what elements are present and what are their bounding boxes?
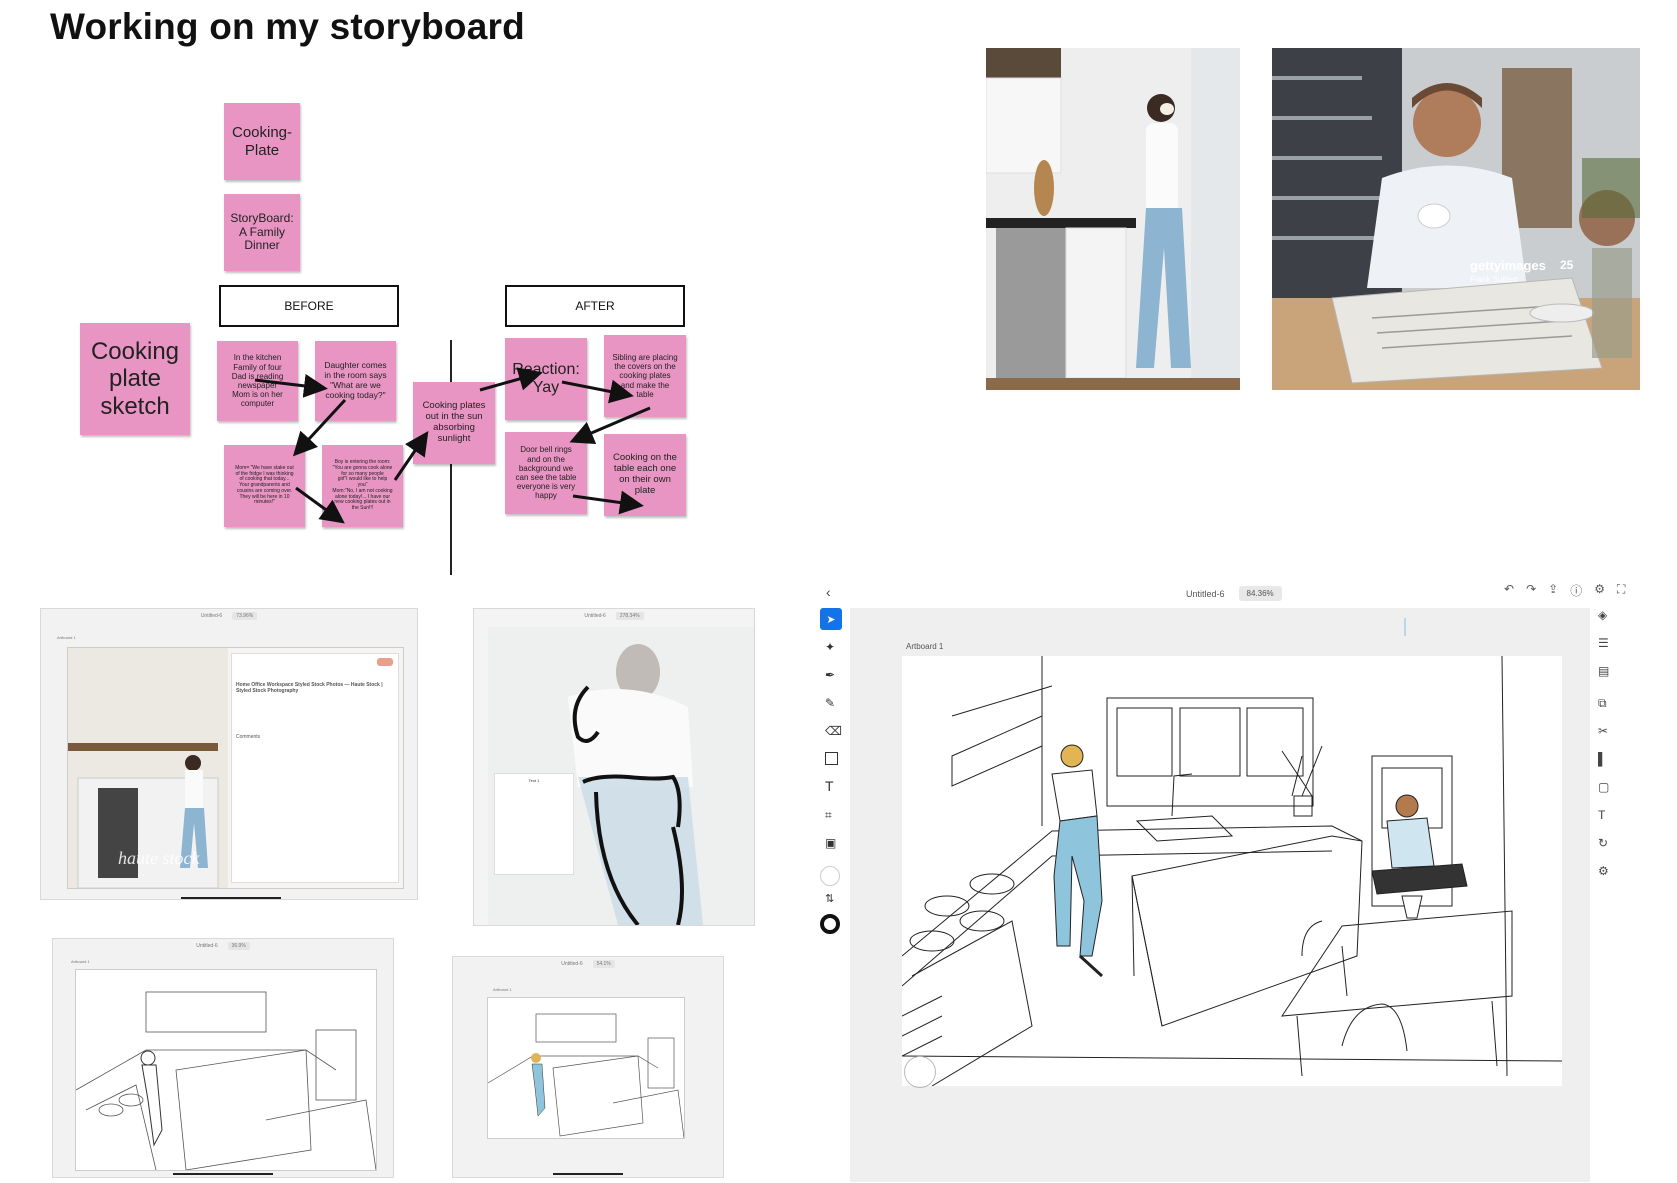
swap-colors-icon[interactable]: ⇅	[825, 892, 834, 905]
fit-screen-icon[interactable]: ⛶	[1617, 582, 1625, 599]
align-icon[interactable]: ▌	[1598, 752, 1607, 766]
mini-save-button[interactable]	[377, 658, 393, 666]
getty-watermark-years: 25	[1560, 258, 1574, 272]
rotate-icon[interactable]: ↻	[1598, 836, 1608, 850]
back-chevron-icon[interactable]: ‹	[826, 584, 831, 600]
crop-tool-icon[interactable]: ⌗	[825, 808, 832, 823]
home-indicator	[173, 1173, 273, 1175]
redo-icon[interactable]: ↷	[1526, 582, 1536, 599]
pen-tool-icon[interactable]: ✒	[825, 668, 835, 682]
mini-panel-comments: Comments	[236, 734, 261, 740]
direct-select-icon[interactable]: ✦	[825, 640, 835, 654]
getty-watermark-brand: gettyimages	[1470, 258, 1546, 273]
mini-zoom: 36.9%	[227, 942, 250, 950]
mini-zoom: 54.1%	[592, 960, 615, 968]
scissors-icon[interactable]: ✂	[1598, 724, 1608, 738]
storyboard-arrows	[254, 367, 651, 524]
arrow	[561, 379, 634, 404]
main-app-window: ‹ Untitled-6 84.36% ↶ ↷ ⇪ ⓘ ⚙ ⛶ ➤ ✦ ✒ ✎ …	[816, 578, 1625, 1182]
main-doc-title[interactable]: Untitled-6	[1186, 589, 1225, 599]
help-icon[interactable]: ⓘ	[1570, 582, 1582, 599]
settings-icon[interactable]: ⚙	[1598, 864, 1609, 878]
mini-canvas	[487, 997, 685, 1139]
eraser-tool-icon[interactable]: ⌫	[825, 724, 842, 738]
kitchen-sketch	[901, 655, 1563, 1087]
arrow	[569, 406, 651, 444]
home-indicator	[181, 897, 281, 899]
mini-screenshot-1: Untitled-6 73.96% Artboard 1 haute stock…	[40, 608, 418, 900]
share-icon[interactable]: ⇪	[1548, 582, 1558, 599]
type-icon[interactable]: T	[1598, 808, 1605, 822]
mini-popup-label: Text 1	[528, 778, 540, 783]
mini-topbar: Untitled-6 36.9%	[53, 939, 393, 953]
arrow	[479, 367, 543, 392]
mini-screenshot-3: Untitled-6 36.9% Artboard 1	[52, 938, 394, 1178]
mini-doc-title: Untitled-6	[561, 961, 583, 967]
undo-icon[interactable]: ↶	[1504, 582, 1514, 599]
shape-tool-icon[interactable]	[825, 752, 838, 765]
mini-screenshot-4: Untitled-6 54.1% Artboard 1	[452, 956, 724, 1178]
main-artboard-label: Artboard 1	[906, 642, 944, 651]
mini-doc-title: Untitled-6	[200, 613, 223, 619]
main-canvas-area: Artboard 1	[850, 608, 1590, 1182]
mini-canvas	[75, 969, 377, 1171]
select-tool-icon[interactable]: ➤	[820, 608, 842, 630]
mini-zoom: 278.34%	[615, 612, 644, 620]
main-artboard[interactable]	[901, 655, 1563, 1087]
arrow	[292, 398, 347, 457]
mini-doc-title: Untitled-6	[196, 943, 218, 949]
fill-color-swatch[interactable]	[820, 866, 840, 886]
text-tool-icon[interactable]: T	[825, 778, 834, 794]
mini-zoom: 73.96%	[232, 612, 258, 620]
mini-watermark: haute stock	[118, 848, 200, 868]
properties-icon[interactable]: ☰	[1598, 636, 1609, 650]
touch-shortcut-button[interactable]	[904, 1056, 936, 1088]
main-zoom-level[interactable]: 84.36%	[1238, 586, 1282, 601]
libraries-icon[interactable]: ▤	[1598, 664, 1609, 678]
home-indicator	[553, 1173, 623, 1175]
mask-icon[interactable]: ▢	[1598, 780, 1609, 794]
scroll-indicator	[1404, 618, 1406, 636]
pencil-tool-icon[interactable]: ✎	[825, 696, 835, 710]
mini-text-popup[interactable]: Text 1	[494, 773, 574, 875]
stroke-color-swatch[interactable]	[820, 914, 840, 934]
mini-artboard-label: Artboard 1	[493, 987, 512, 992]
mini-panel-title: Home Office Workspace Styled Stock Photo…	[236, 682, 383, 694]
arrow	[295, 486, 345, 524]
left-toolbar: ➤ ✦ ✒ ✎ ⌫ T ⌗ ▣ ⇅	[816, 602, 850, 1182]
mini-screenshot-2: Untitled-6 278.34% Text 1	[473, 608, 755, 926]
mini-artboard-label: Artboard 1	[57, 635, 76, 640]
arrow	[254, 373, 328, 398]
reference-photo-woman-kitchen	[986, 48, 1240, 390]
image-tool-icon[interactable]: ▣	[825, 836, 836, 850]
arrow	[393, 431, 429, 481]
main-topbar-center: Untitled-6 84.36%	[1186, 586, 1282, 601]
mini-doc-title: Untitled-6	[584, 613, 606, 619]
arrange-icon[interactable]: ⧉	[1598, 696, 1607, 711]
arrow	[572, 490, 644, 515]
mini-browser-panel: Home Office Workspace Styled Stock Photo…	[231, 653, 399, 883]
gear-icon[interactable]: ⚙	[1594, 582, 1605, 599]
getty-watermark-credit: Frank Sulbert	[1470, 275, 1519, 284]
right-toolbar: ◈ ☰ ▤ ⧉ ✂ ▌ ▢ T ↻ ⚙	[1594, 608, 1618, 908]
mini-topbar: Untitled-6 73.96%	[41, 609, 417, 623]
layers-icon[interactable]: ◈	[1598, 608, 1607, 622]
reference-photo-man-newspaper: gettyimages Frank Sulbert 25	[1272, 48, 1640, 390]
mini-artboard-label: Artboard 1	[71, 959, 90, 964]
mini-topbar: Untitled-6 278.34%	[474, 609, 754, 623]
mini-topbar: Untitled-6 54.1%	[453, 957, 723, 971]
main-topbar-actions: ↶ ↷ ⇪ ⓘ ⚙ ⛶	[1504, 582, 1625, 599]
